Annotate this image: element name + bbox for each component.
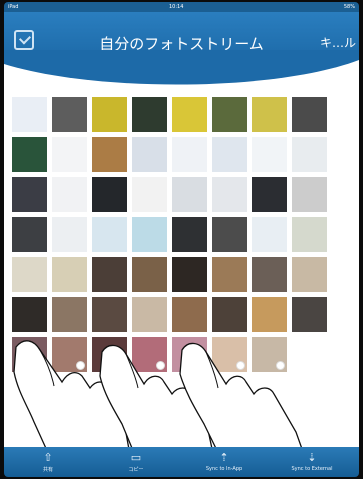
sync-external-tab[interactable]: ⇣ Sync to External: [268, 447, 356, 477]
device-screen: iPad 10:14 58% 自分のフォトストリーム キ…ル ⇧ 共有 ▭ コピ…: [4, 2, 359, 477]
cancel-button[interactable]: キ…ル: [320, 34, 356, 51]
sync-in-app-tab[interactable]: ⇡ Sync to In-App: [180, 447, 268, 477]
photo-thumbnail[interactable]: [212, 97, 247, 132]
photo-thumbnail[interactable]: [172, 297, 207, 332]
photo-thumbnail[interactable]: [52, 177, 87, 212]
copy-tab-label: コピー: [128, 467, 144, 473]
photo-stream-content: [4, 50, 359, 448]
photo-thumbnail[interactable]: [132, 337, 167, 372]
status-bar: iPad 10:14 58%: [4, 2, 359, 12]
copy-tab[interactable]: ▭ コピー: [92, 447, 180, 477]
photo-thumbnail[interactable]: [12, 257, 47, 292]
photo-thumbnail[interactable]: [252, 337, 287, 372]
photo-thumbnail[interactable]: [172, 97, 207, 132]
select-circle-icon: [36, 361, 45, 370]
photo-thumbnail[interactable]: [12, 297, 47, 332]
photo-thumbnail[interactable]: [92, 297, 127, 332]
photo-thumbnail[interactable]: [132, 217, 167, 252]
photo-thumbnail[interactable]: [292, 217, 327, 252]
photo-thumbnail[interactable]: [92, 97, 127, 132]
photo-thumbnail[interactable]: [92, 137, 127, 172]
photo-thumbnail[interactable]: [92, 217, 127, 252]
photo-thumbnail[interactable]: [212, 137, 247, 172]
photo-thumbnail[interactable]: [132, 177, 167, 212]
photo-thumbnail[interactable]: [52, 97, 87, 132]
photo-thumbnail[interactable]: [252, 177, 287, 212]
photo-thumbnail[interactable]: [12, 217, 47, 252]
sync-in-app-tab-label: Sync to In-App: [205, 466, 243, 472]
photo-thumbnail[interactable]: [292, 97, 327, 132]
photo-thumbnail[interactable]: [292, 137, 327, 172]
photo-thumbnail[interactable]: [252, 97, 287, 132]
photo-thumbnail[interactable]: [292, 337, 327, 372]
photo-thumbnail[interactable]: [212, 217, 247, 252]
carrier-label: iPad: [8, 4, 19, 10]
folder-icon: ▭: [130, 451, 142, 464]
status-time: 10:14: [169, 4, 184, 10]
select-circle-icon: [276, 361, 285, 370]
sync-external-icon: ⇣: [307, 451, 317, 464]
photo-thumbnail[interactable]: [12, 337, 47, 372]
photo-thumbnail[interactable]: [252, 137, 287, 172]
photo-thumbnail[interactable]: [212, 257, 247, 292]
photo-thumbnail[interactable]: [132, 137, 167, 172]
photo-thumbnail[interactable]: [52, 337, 87, 372]
photo-thumbnail[interactable]: [92, 177, 127, 212]
photo-thumbnail[interactable]: [12, 137, 47, 172]
photo-thumbnail[interactable]: [252, 297, 287, 332]
share-icon: ⇧: [43, 451, 53, 464]
sync-in-app-icon: ⇡: [219, 451, 229, 464]
photo-thumbnail[interactable]: [172, 217, 207, 252]
share-tab[interactable]: ⇧ 共有: [4, 447, 92, 477]
select-circle-icon: [236, 361, 245, 370]
photo-thumbnail[interactable]: [172, 137, 207, 172]
battery-label: 58%: [343, 4, 355, 10]
select-circle-icon: [196, 361, 205, 370]
photo-thumbnail[interactable]: [212, 297, 247, 332]
photo-thumbnail[interactable]: [292, 177, 327, 212]
photo-thumbnail[interactable]: [12, 97, 47, 132]
bottom-tab-bar: ⇧ 共有 ▭ コピー ⇡ Sync to In-App ⇣ Sync to Ex…: [4, 447, 359, 477]
photo-thumbnail[interactable]: [52, 217, 87, 252]
select-circle-icon: [76, 361, 85, 370]
photo-thumbnail[interactable]: [252, 217, 287, 252]
photo-thumbnail[interactable]: [172, 177, 207, 212]
share-tab-label: 共有: [42, 467, 53, 473]
photo-thumbnail[interactable]: [12, 177, 47, 212]
photo-thumbnail[interactable]: [252, 257, 287, 292]
photo-thumbnail[interactable]: [92, 337, 127, 372]
photo-thumbnail[interactable]: [132, 97, 167, 132]
photo-thumbnail[interactable]: [52, 257, 87, 292]
photo-thumbnail[interactable]: [92, 257, 127, 292]
sync-external-tab-label: Sync to External: [291, 466, 333, 472]
photo-thumbnail[interactable]: [52, 137, 87, 172]
photo-thumbnail[interactable]: [132, 257, 167, 292]
photo-thumbnail[interactable]: [172, 337, 207, 372]
photo-thumbnail[interactable]: [52, 297, 87, 332]
photo-thumbnail[interactable]: [292, 297, 327, 332]
photo-thumbnail[interactable]: [292, 257, 327, 292]
photo-thumbnail[interactable]: [172, 257, 207, 292]
wave-decoration: [4, 50, 359, 85]
photo-thumbnail[interactable]: [132, 297, 167, 332]
photo-thumbnail[interactable]: [212, 337, 247, 372]
photo-thumbnail[interactable]: [212, 177, 247, 212]
select-circle-icon: [116, 361, 125, 370]
select-circle-icon: [156, 361, 165, 370]
